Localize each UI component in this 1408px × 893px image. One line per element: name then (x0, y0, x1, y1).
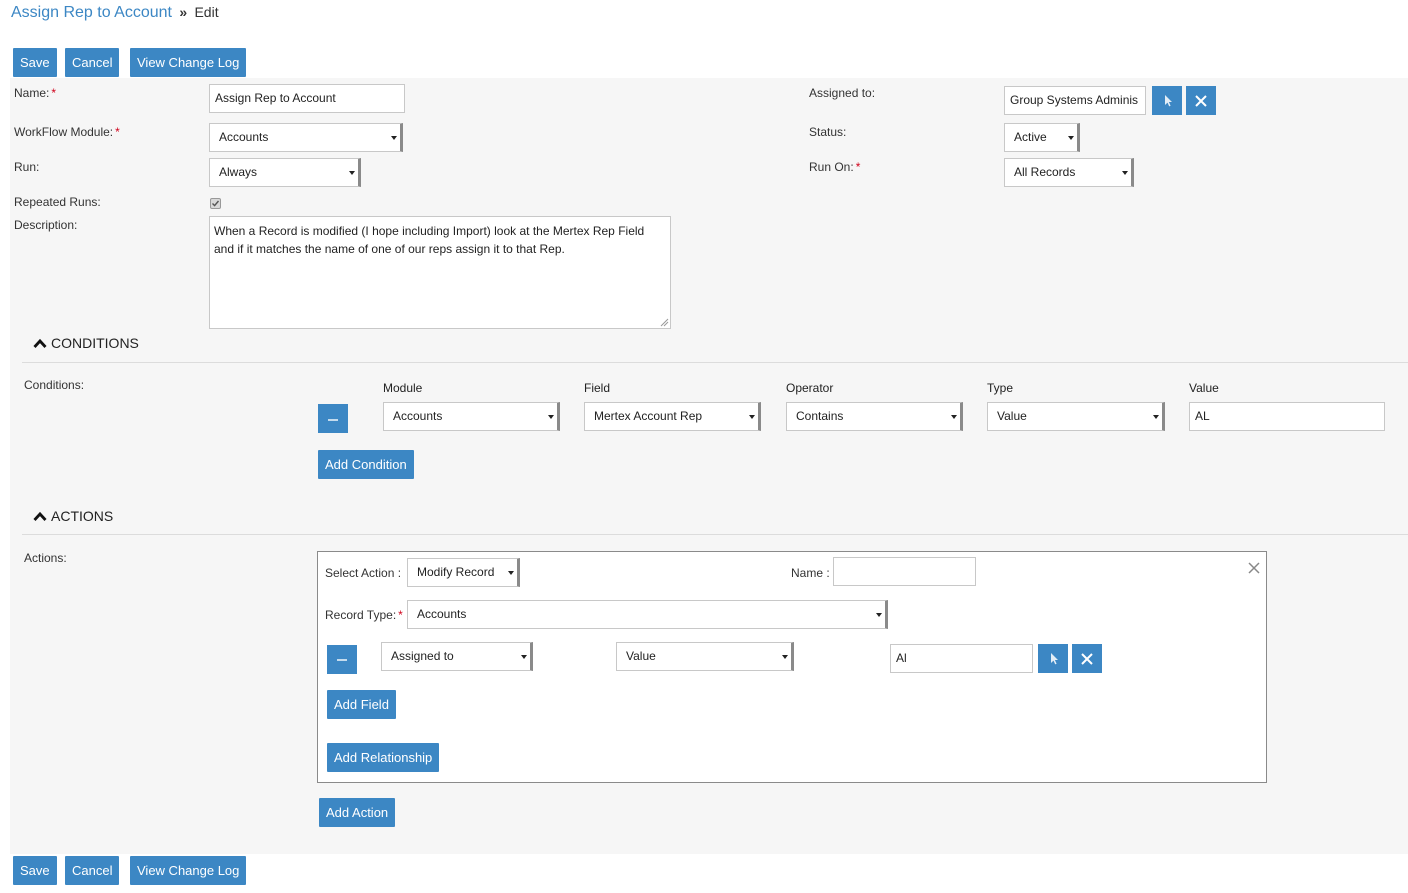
conditions-section-title: CONDITIONS (51, 335, 139, 351)
select-arrow-icon (391, 136, 397, 140)
cancel-button-bottom[interactable]: Cancel (65, 856, 120, 885)
condition-column-field: Field (584, 381, 611, 395)
run-select[interactable]: Always (209, 158, 361, 187)
cancel-button-top[interactable]: Cancel (65, 48, 120, 77)
select-arrow-icon (1165, 95, 1172, 107)
select-arrow-icon (749, 415, 755, 419)
breadcrumb-separator: » (179, 4, 188, 20)
conditions-label: Conditions: (24, 378, 85, 392)
name-label: Name: * (14, 86, 57, 100)
select-arrow-icon (782, 655, 788, 659)
condition-operator-select[interactable]: Contains (786, 402, 963, 431)
workflow-module-select[interactable]: Accounts (209, 123, 403, 152)
action-name-label: Name : (791, 566, 830, 580)
description-textarea[interactable]: When a Record is modified (I hope includ… (209, 216, 671, 329)
repeated-runs-label: Repeated Runs: (14, 195, 101, 209)
required-mark: * (51, 86, 57, 100)
assigned-to-label: Assigned to: (809, 86, 876, 100)
action-box: Select Action : Modify Record Name : Rec… (317, 551, 1267, 783)
action-select-value-button[interactable] (1038, 644, 1068, 673)
remove-field-button[interactable] (327, 645, 357, 674)
record-type-select[interactable]: Accounts (407, 600, 888, 629)
description-label: Description: (14, 218, 78, 232)
select-arrow-icon (1122, 171, 1128, 175)
condition-column-value: Value (1189, 381, 1219, 395)
name-input[interactable]: Assign Rep to Account (209, 84, 405, 113)
select-arrow-icon (951, 415, 957, 419)
actions-section-toggle[interactable]: ACTIONS (33, 508, 113, 524)
breadcrumb-module-link[interactable]: Assign Rep to Account (11, 4, 172, 21)
action-clear-value-button[interactable] (1072, 644, 1102, 673)
add-condition-button[interactable]: Add Condition (318, 450, 414, 479)
clear-user-button[interactable] (1186, 86, 1216, 115)
select-user-button[interactable] (1152, 86, 1182, 115)
actions-divider (22, 534, 1408, 535)
condition-type-select[interactable]: Value (987, 402, 1165, 431)
condition-module-select[interactable]: Accounts (383, 402, 560, 431)
workflow-module-label: WorkFlow Module: * (14, 125, 120, 139)
select-arrow-icon (876, 613, 882, 617)
view-change-log-button-bottom[interactable]: View Change Log (130, 856, 247, 885)
add-field-button[interactable]: Add Field (327, 690, 396, 719)
condition-column-module: Module (383, 381, 423, 395)
breadcrumb-current: Edit (194, 4, 219, 20)
chevron-up-icon (33, 511, 47, 521)
save-button-bottom[interactable]: Save (13, 856, 57, 885)
resize-handle-icon[interactable] (660, 318, 669, 327)
status-label: Status: (809, 125, 847, 139)
close-icon[interactable] (1247, 561, 1261, 575)
action-field-type-select[interactable]: Value (616, 642, 794, 671)
add-action-button[interactable]: Add Action (319, 798, 396, 827)
actions-label: Actions: (24, 551, 67, 565)
save-button-top[interactable]: Save (13, 48, 57, 77)
select-arrow-icon (521, 655, 527, 659)
select-arrow-icon (548, 415, 554, 419)
actions-section-title: ACTIONS (51, 508, 114, 524)
minus-icon (328, 419, 338, 421)
select-action-label: Select Action : (325, 566, 402, 580)
view-change-log-button-top[interactable]: View Change Log (130, 48, 247, 77)
status-select[interactable]: Active (1004, 123, 1080, 152)
clear-x-icon (1195, 95, 1207, 107)
select-arrow-icon (508, 571, 514, 575)
conditions-divider (22, 362, 1408, 363)
select-arrow-icon (349, 171, 355, 175)
required-mark: * (115, 125, 120, 139)
condition-value-input[interactable]: AL (1189, 402, 1385, 431)
action-name-input[interactable] (833, 557, 976, 586)
required-mark: * (398, 608, 403, 622)
action-field-value-input[interactable]: Al (890, 644, 1033, 673)
condition-field-select[interactable]: Mertex Account Rep (584, 402, 761, 431)
run-on-select[interactable]: All Records (1004, 158, 1134, 187)
assigned-to-input[interactable]: Group Systems Adminis (1004, 86, 1146, 115)
description-line-2: and if it matches the name of one of our… (214, 242, 565, 256)
run-label: Run: (14, 160, 40, 174)
action-field-select[interactable]: Assigned to (381, 642, 533, 671)
select-arrow-icon (1068, 136, 1074, 140)
condition-column-operator: Operator (786, 381, 834, 395)
conditions-section-toggle[interactable]: CONDITIONS (33, 335, 139, 351)
select-action-select[interactable]: Modify Record (407, 558, 520, 587)
select-arrow-icon (1153, 415, 1159, 419)
description-line-1: When a Record is modified (I hope includ… (214, 224, 645, 238)
clear-x-icon (1081, 653, 1093, 665)
condition-column-type: Type (987, 381, 1014, 395)
chevron-up-icon (33, 338, 47, 348)
record-type-label: Record Type: * (325, 608, 403, 622)
remove-condition-button[interactable] (318, 404, 348, 433)
checkmark-icon (212, 200, 220, 207)
add-relationship-button[interactable]: Add Relationship (327, 743, 440, 772)
repeated-runs-checkbox[interactable] (210, 198, 221, 209)
run-on-label: Run On: * (809, 160, 861, 174)
select-arrow-icon (1051, 653, 1058, 665)
required-mark: * (855, 160, 861, 174)
breadcrumb: Assign Rep to Account » Edit (11, 4, 219, 22)
minus-icon (337, 659, 347, 661)
